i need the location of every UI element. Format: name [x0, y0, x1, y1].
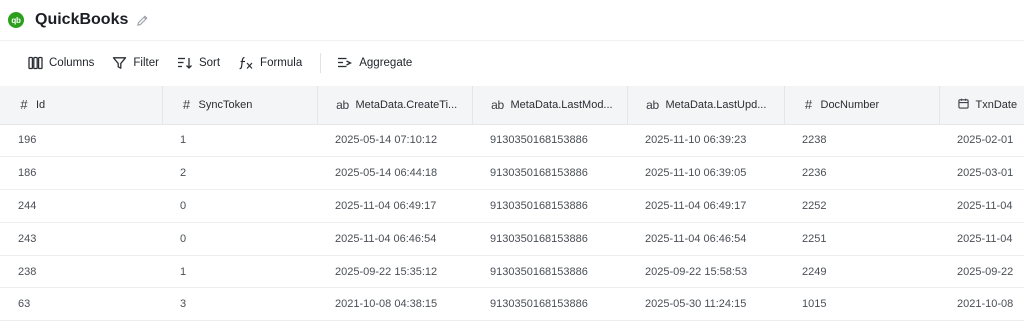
- filter-label: Filter: [133, 56, 159, 69]
- table-cell[interactable]: 2021-10-08 04:38:15: [317, 287, 472, 322]
- calendar-icon: [958, 97, 970, 112]
- table-cell[interactable]: 2236: [784, 156, 939, 191]
- table-cell[interactable]: 196: [0, 124, 162, 158]
- table-cell[interactable]: 2021-10-08: [939, 287, 1024, 322]
- table-cell[interactable]: 2025-11-10 06:39:05: [627, 156, 784, 191]
- table-cell[interactable]: 2025-11-04 06:46:54: [317, 222, 472, 256]
- table-cell[interactable]: 0: [162, 222, 317, 256]
- table-cell[interactable]: 2025-09-22 15:58:53: [627, 255, 784, 289]
- table-cell[interactable]: 186: [0, 156, 162, 191]
- table-row[interactable]: 243 0 2025-11-04 06:46:54 9130350168153886 2…: [0, 222, 1024, 256]
- table-cell[interactable]: 238: [0, 255, 162, 289]
- records-table: # Id # SyncToken ab MetaData.CreateTi... ab…: [0, 86, 1024, 322]
- table-cell[interactable]: 2238: [784, 124, 939, 158]
- formula-button[interactable]: Formula: [238, 49, 302, 77]
- columns-button[interactable]: Columns: [28, 49, 94, 77]
- column-header-label: MetaData.LastUpd...: [665, 98, 767, 111]
- table-cell[interactable]: 1015: [784, 287, 939, 322]
- table-cell[interactable]: 9130350168153886: [472, 189, 627, 223]
- aggregate-label: Aggregate: [359, 56, 413, 69]
- table-cell[interactable]: 9130350168153886: [472, 156, 627, 191]
- table-cell[interactable]: 9130350168153886: [472, 287, 627, 322]
- toolbar-divider: [320, 52, 322, 73]
- column-header-docnumber[interactable]: # DocNumber: [784, 86, 940, 125]
- text-type-icon: ab: [491, 97, 504, 112]
- table-cell[interactable]: 3: [162, 287, 317, 322]
- table-cell[interactable]: 2025-05-14 06:44:18: [317, 156, 472, 191]
- aggregate-button[interactable]: Aggregate: [337, 49, 412, 77]
- number-type-icon: #: [804, 97, 813, 113]
- table-cell[interactable]: 9130350168153886: [472, 255, 627, 289]
- table-row[interactable]: 244 0 2025-11-04 06:49:17 9130350168153886 2…: [0, 189, 1024, 223]
- table-cell[interactable]: 9130350168153886: [472, 124, 627, 158]
- column-header-label: DocNumber: [820, 98, 880, 111]
- column-header-label: MetaData.CreateTi...: [355, 98, 458, 111]
- table-row[interactable]: 196 1 2025-05-14 07:10:12 9130350168153886 2…: [0, 124, 1024, 158]
- column-header-label: Id: [36, 98, 46, 111]
- table-cell[interactable]: 2251: [784, 222, 939, 256]
- filter-icon: [113, 56, 127, 69]
- column-header-id[interactable]: # Id: [0, 86, 163, 125]
- text-type-icon: ab: [646, 97, 659, 112]
- table-cell[interactable]: 2025-11-04: [939, 222, 1024, 256]
- page-title: QuickBooks: [35, 11, 129, 28]
- table-cell[interactable]: 2025-09-22: [939, 255, 1024, 289]
- column-header-metadata-lastupdated[interactable]: ab MetaData.LastUpd...: [627, 86, 785, 125]
- table-cell[interactable]: 2025-11-04 06:49:17: [627, 189, 784, 223]
- table-body: 196 1 2025-05-14 07:10:12 9130350168153886 2…: [0, 124, 1024, 322]
- column-header-synctoken[interactable]: # SyncToken: [162, 86, 318, 125]
- table-cell[interactable]: 63: [0, 287, 162, 322]
- table-cell[interactable]: 2025-03-01: [939, 156, 1024, 191]
- column-header-txndate[interactable]: TxnDate: [939, 86, 1024, 125]
- columns-label: Columns: [49, 56, 95, 69]
- table-cell[interactable]: 2: [162, 156, 317, 191]
- number-type-icon: #: [182, 97, 191, 113]
- pencil-icon[interactable]: [136, 14, 149, 27]
- table-cell[interactable]: 2025-02-01: [939, 124, 1024, 158]
- table-cell[interactable]: 1: [162, 124, 317, 158]
- columns-icon: [28, 56, 43, 69]
- table-row[interactable]: 186 2 2025-05-14 06:44:18 9130350168153886 2…: [0, 156, 1024, 191]
- table-cell[interactable]: 2025-11-04: [939, 189, 1024, 223]
- table-cell[interactable]: 2025-05-14 07:10:12: [317, 124, 472, 158]
- aggregate-icon: [338, 57, 353, 67]
- column-header-label: MetaData.LastMod...: [510, 98, 613, 111]
- number-type-icon: #: [20, 97, 28, 113]
- table-cell[interactable]: 2025-11-04 06:49:17: [317, 189, 472, 223]
- table-row[interactable]: 63 3 2021-10-08 04:38:15 9130350168153886 20…: [0, 287, 1024, 322]
- formula-icon: [239, 56, 253, 69]
- quickbooks-logo-icon: qb: [8, 12, 24, 28]
- table-cell[interactable]: 244: [0, 189, 162, 223]
- table-cell[interactable]: 2025-11-04 06:46:54: [627, 222, 784, 256]
- table-cell[interactable]: 2025-11-10 06:39:23: [627, 124, 784, 158]
- header-row: # Id # SyncToken ab MetaData.CreateTi... ab…: [0, 86, 1024, 125]
- formula-label: Formula: [260, 56, 303, 69]
- column-header-metadata-createtime[interactable]: ab MetaData.CreateTi...: [317, 86, 473, 125]
- column-header-label: TxnDate: [975, 98, 1018, 111]
- table-cell[interactable]: 0: [162, 189, 317, 223]
- table-cell[interactable]: 1: [162, 255, 317, 289]
- sort-button[interactable]: Sort: [177, 49, 220, 77]
- table-row[interactable]: 238 1 2025-09-22 15:35:12 9130350168153886 2…: [0, 255, 1024, 289]
- title-bar: qb QuickBooks: [0, 0, 1024, 40]
- table-cell[interactable]: 2025-05-30 11:24:15: [627, 287, 784, 322]
- filter-button[interactable]: Filter: [112, 49, 159, 77]
- data-grid: # Id # SyncToken ab MetaData.CreateTi... ab…: [0, 86, 1024, 322]
- table-cell[interactable]: 2025-09-22 15:35:12: [317, 255, 472, 289]
- table-cell[interactable]: 2252: [784, 189, 939, 223]
- toolbar: Columns Filter Sort Formula Aggregate: [0, 40, 1024, 84]
- table-cell[interactable]: 243: [0, 222, 162, 256]
- column-header-metadata-lastmodified[interactable]: ab MetaData.LastMod...: [472, 86, 628, 125]
- table-cell[interactable]: 9130350168153886: [472, 222, 627, 256]
- text-type-icon: ab: [336, 97, 349, 112]
- sort-label: Sort: [198, 56, 221, 69]
- sort-icon: [177, 57, 192, 69]
- column-header-label: SyncToken: [198, 98, 253, 111]
- table-cell[interactable]: 2249: [784, 255, 939, 289]
